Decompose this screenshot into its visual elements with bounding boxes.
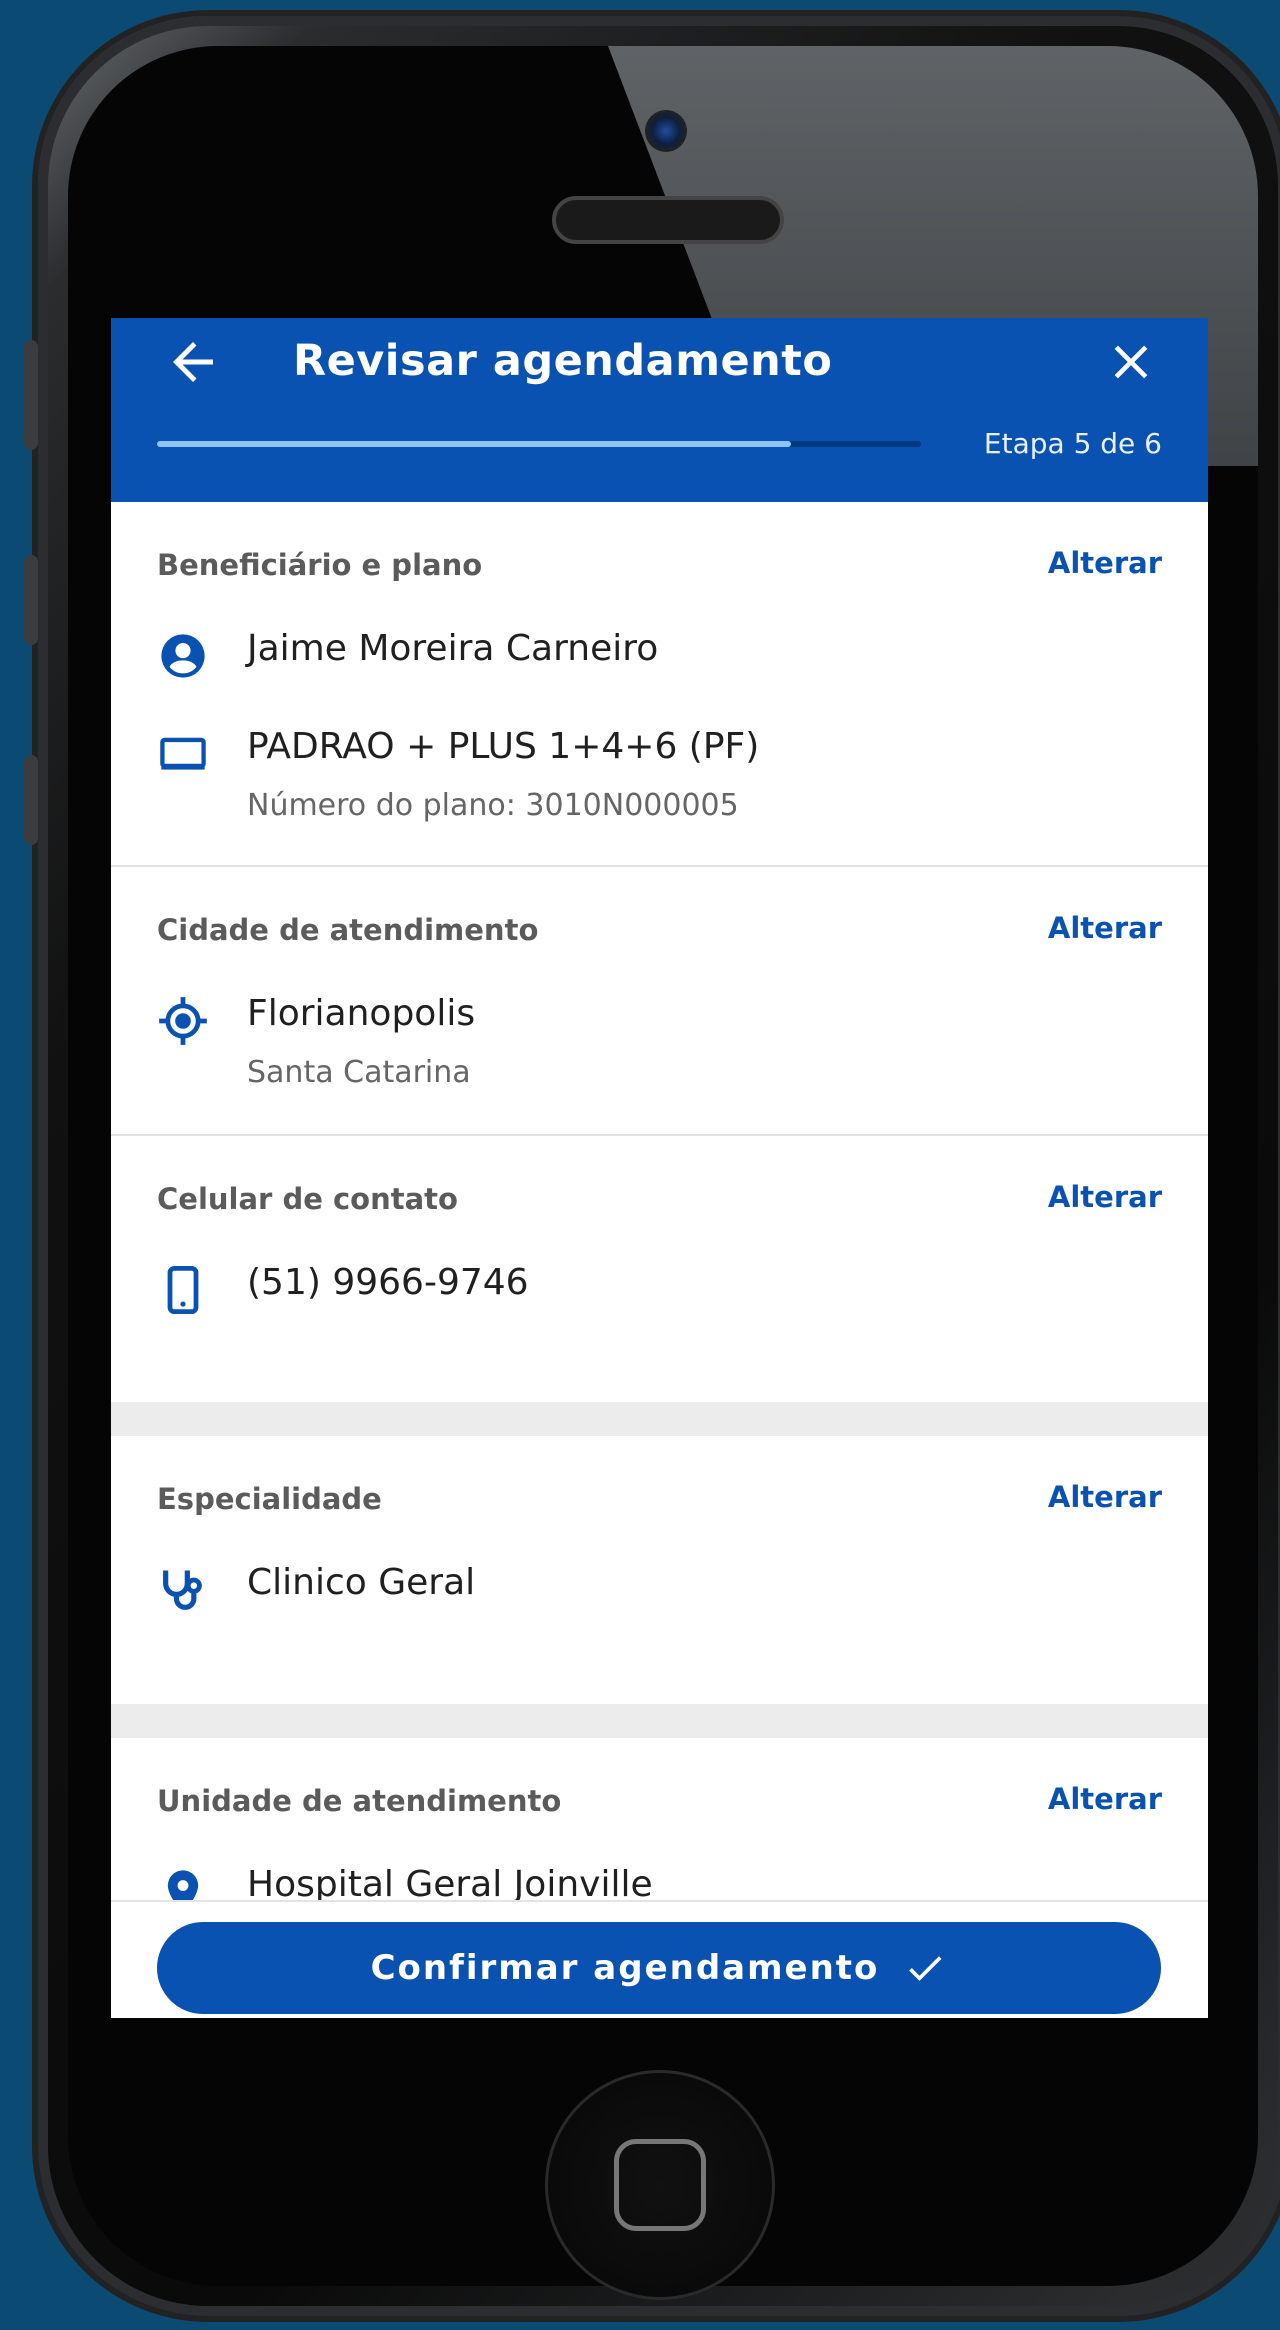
stethoscope-icon — [163, 1570, 202, 1610]
user-circle-icon — [161, 634, 205, 678]
plan-number: Número do plano: 3010N000005 — [247, 788, 739, 823]
location-target-icon — [159, 997, 207, 1045]
city-name: Florianopolis — [247, 993, 476, 1034]
front-camera — [645, 110, 687, 152]
progress-bar — [157, 441, 921, 447]
plan-name: PADRAO + PLUS 1+4+6 (PF) — [247, 726, 760, 767]
alterar-specialty-link[interactable]: Alterar — [1048, 1480, 1162, 1514]
page-title: Revisar agendamento — [293, 336, 833, 386]
section-phone: Celular de contato Alterar (51) 9966-974… — [111, 1136, 1208, 1390]
app-screen: Revisar agendamento Etapa 5 de 6 Benefic… — [111, 318, 1208, 2018]
smartphone-icon — [167, 1265, 199, 1315]
section-label: Unidade de atendimento — [157, 1784, 562, 1818]
alterar-beneficiary-link[interactable]: Alterar — [1048, 546, 1162, 580]
progress-fill — [157, 441, 792, 447]
section-gap — [111, 1402, 1208, 1436]
card-icon — [160, 737, 206, 770]
confirm-button-label: Confirmar agendamento — [370, 1948, 880, 1988]
section-label: Cidade de atendimento — [157, 913, 539, 947]
app-bar: Revisar agendamento Etapa 5 de 6 — [111, 318, 1208, 502]
back-arrow-icon[interactable] — [163, 332, 223, 392]
alterar-phone-link[interactable]: Alterar — [1048, 1180, 1162, 1214]
close-icon[interactable] — [1103, 334, 1159, 390]
section-label: Celular de contato — [157, 1182, 458, 1216]
side-button-volume-up — [24, 555, 38, 645]
bottom-bar: Confirmar agendamento — [111, 1900, 1208, 2018]
earpiece-speaker — [552, 196, 784, 244]
specialty-name: Clinico Geral — [247, 1562, 476, 1603]
home-button[interactable] — [545, 2070, 775, 2300]
side-button-mute — [24, 340, 38, 450]
section-label: Especialidade — [157, 1482, 382, 1516]
section-specialty: Especialidade Alterar Clinico Geral — [111, 1436, 1208, 1672]
confirm-button[interactable]: Confirmar agendamento — [157, 1922, 1161, 2014]
alterar-unit-link[interactable]: Alterar — [1048, 1782, 1162, 1816]
step-indicator: Etapa 5 de 6 — [983, 427, 1162, 460]
section-beneficiary: Beneficiário e plano Alterar Jaime Morei… — [111, 502, 1208, 882]
phone-number: (51) 9966-9746 — [247, 1262, 529, 1303]
check-icon — [909, 1956, 942, 1981]
unit-name: Hospital Geral Joinville — [247, 1864, 653, 1905]
section-city: Cidade de atendimento Alterar Florianopo… — [111, 867, 1208, 1135]
section-gap — [111, 1704, 1208, 1738]
section-label: Beneficiário e plano — [157, 548, 483, 582]
side-button-volume-down — [24, 755, 38, 845]
beneficiary-name: Jaime Moreira Carneiro — [247, 628, 659, 669]
alterar-city-link[interactable]: Alterar — [1048, 911, 1162, 945]
state-name: Santa Catarina — [247, 1055, 471, 1090]
home-button-square — [614, 2139, 706, 2231]
